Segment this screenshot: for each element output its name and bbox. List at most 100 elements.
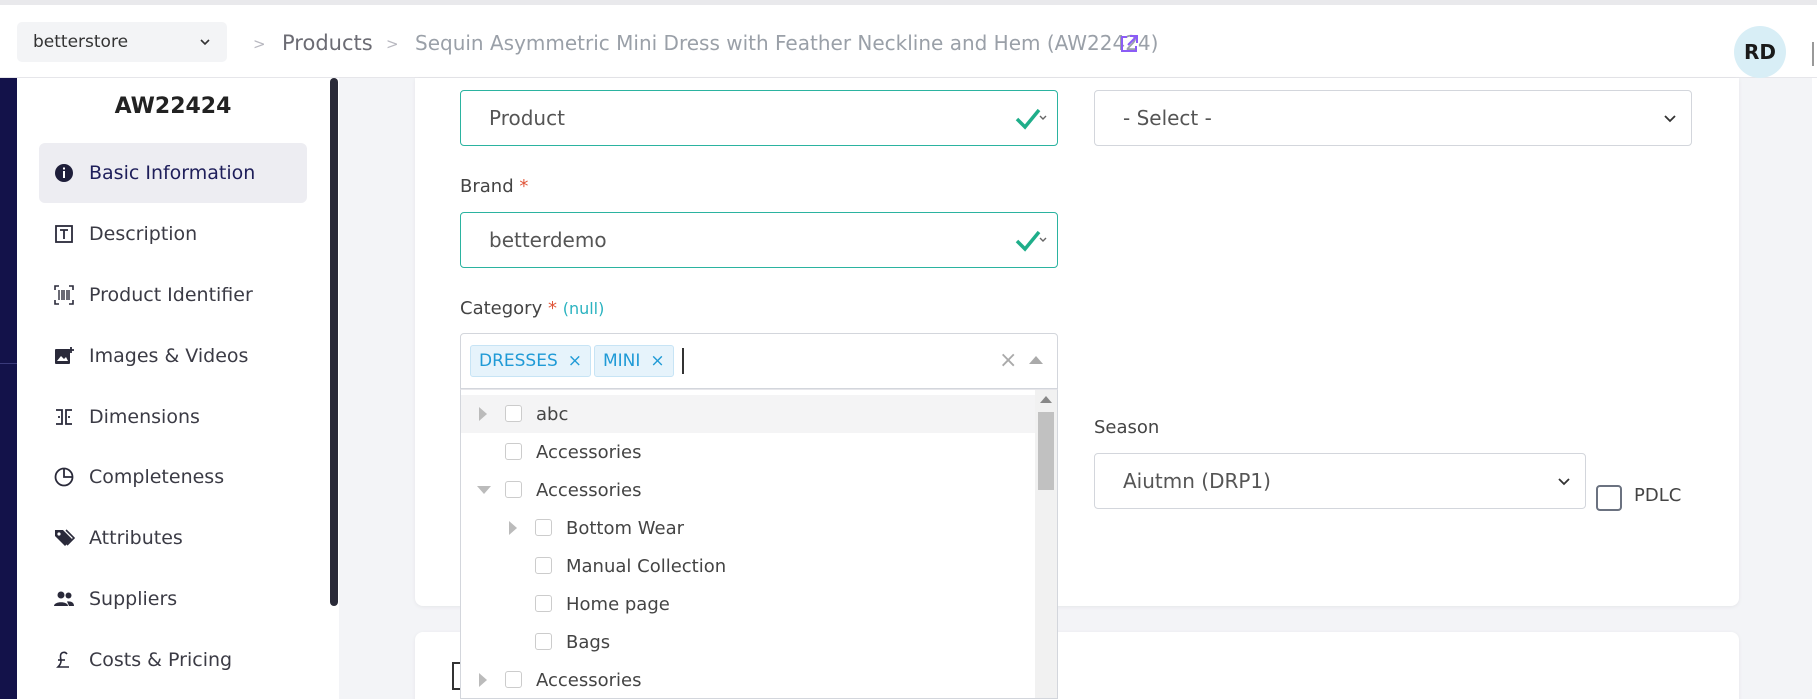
tree-checkbox[interactable]	[505, 671, 522, 688]
category-dropdown: abc Accessories Accessories Bottom Wear …	[460, 389, 1058, 699]
tree-checkbox[interactable]	[535, 595, 552, 612]
expand-arrow-icon[interactable]	[509, 521, 517, 535]
sidebar-item-product-identifier[interactable]: Product Identifier	[39, 265, 307, 325]
chip-remove-icon[interactable]: ×	[568, 351, 582, 371]
store-selector[interactable]: betterstore	[17, 22, 227, 62]
type-select-value: Product	[489, 106, 565, 130]
tree-row-label: Home page	[566, 593, 670, 615]
breadcrumb-products[interactable]: Products	[282, 31, 373, 55]
tree-row[interactable]: Accessories	[461, 433, 1035, 471]
tree-row[interactable]: Manual Collection	[461, 547, 1035, 585]
required-mark: *	[519, 176, 529, 197]
tree-row[interactable]: Bags	[461, 623, 1035, 661]
sidebar-item-label: Description	[89, 223, 198, 245]
tree-row[interactable]: abc	[461, 395, 1035, 433]
sidebar-item-label: Images & Videos	[89, 345, 249, 367]
valid-check-icon	[1015, 108, 1047, 130]
top-bar: betterstore > Products > Sequin Asymmetr…	[0, 0, 1817, 78]
type-select[interactable]: Product	[460, 90, 1058, 146]
chip-label: DRESSES	[479, 351, 558, 371]
sidebar-product-code: AW22424	[114, 94, 232, 119]
sidebar-scrollbar[interactable]	[330, 78, 338, 606]
breadcrumb-current-product: Sequin Asymmetric Mini Dress with Feathe…	[415, 31, 1159, 55]
category-label-text: Category	[460, 298, 543, 319]
valid-check-icon	[1015, 230, 1047, 252]
chevron-down-icon	[200, 39, 210, 46]
sidebar-item-label: Dimensions	[89, 406, 200, 428]
sidebar-item-label: Completeness	[89, 466, 225, 488]
category-null-note: (null)	[562, 299, 605, 318]
sidebar-item-images-videos[interactable]: Images & Videos	[39, 326, 307, 386]
info-icon	[55, 164, 73, 182]
season-select[interactable]: Aiutmn (DRP1)	[1094, 453, 1586, 509]
dimensions-icon	[56, 409, 72, 425]
season-label: Season	[1094, 417, 1160, 438]
nav-divider	[0, 363, 17, 364]
tree-row-label: Accessories	[536, 669, 642, 691]
brand-label-text: Brand	[460, 176, 514, 197]
pdlc-label: PDLC	[1634, 485, 1682, 506]
tree-row[interactable]: Home page	[461, 585, 1035, 623]
brand-select[interactable]: betterdemo	[460, 212, 1058, 268]
section-bracket-icon	[452, 662, 460, 690]
tree-checkbox[interactable]	[535, 519, 552, 536]
text-caret	[682, 348, 684, 374]
secondary-select-value: - Select -	[1123, 106, 1212, 130]
tree-row-label: Manual Collection	[566, 555, 727, 577]
dropdown-scroll-thumb[interactable]	[1038, 412, 1054, 490]
tree-row-label: abc	[536, 403, 569, 425]
sidebar-item-basic-information[interactable]: Basic Information	[39, 143, 307, 203]
sidebar-item-description[interactable]: Description	[39, 204, 307, 264]
category-chip: MINI ×	[594, 345, 674, 377]
scroll-up-arrow-icon[interactable]	[1040, 396, 1052, 403]
sidebar-item-label: Costs & Pricing	[89, 649, 233, 671]
main-nav-strip	[0, 78, 17, 699]
pie-chart-icon	[54, 467, 74, 487]
sidebar-item-dimensions[interactable]: Dimensions	[39, 387, 307, 447]
product-sidebar: AW22424 Basic Information Description Pr…	[17, 78, 339, 699]
page-scrollbar[interactable]	[1812, 42, 1814, 66]
tree-row-label: Accessories	[536, 479, 642, 501]
tree-checkbox[interactable]	[505, 405, 522, 422]
chevron-down-icon	[1558, 478, 1570, 486]
pound-icon	[56, 651, 69, 668]
tree-row[interactable]: Accessories	[461, 471, 1035, 509]
category-multiselect[interactable]: DRESSES × MINI × ×	[460, 333, 1058, 389]
chevron-down-icon	[1664, 115, 1676, 123]
collapse-arrow-icon[interactable]	[1029, 356, 1043, 364]
required-mark: *	[547, 298, 557, 319]
tree-checkbox[interactable]	[505, 481, 522, 498]
tree-row-label: Accessories	[536, 441, 642, 463]
tree-checkbox[interactable]	[505, 443, 522, 460]
sidebar-item-attributes[interactable]: Attributes	[39, 508, 307, 568]
tree-row-label: Bottom Wear	[566, 517, 684, 539]
people-icon	[54, 591, 74, 606]
sidebar-item-suppliers[interactable]: Suppliers	[39, 569, 307, 629]
sidebar-item-label: Product Identifier	[89, 284, 253, 306]
tree-row-label: Bags	[566, 631, 611, 653]
external-link-icon[interactable]	[1118, 33, 1140, 55]
tree-row[interactable]: Bottom Wear	[461, 509, 1035, 547]
image-icon	[55, 347, 74, 364]
sidebar-item-label: Suppliers	[89, 588, 178, 610]
sidebar-item-costs-pricing[interactable]: Costs & Pricing	[39, 630, 307, 690]
sidebar-item-label: Attributes	[89, 527, 183, 549]
pdlc-checkbox[interactable]	[1596, 485, 1622, 511]
brand-label: Brand *	[460, 176, 528, 197]
chip-remove-icon[interactable]: ×	[650, 351, 664, 371]
tree-row[interactable]: Accessories	[461, 661, 1035, 698]
tree-checkbox[interactable]	[535, 633, 552, 650]
clear-all-icon[interactable]: ×	[999, 348, 1017, 373]
breadcrumb-separator-icon: >	[253, 35, 266, 53]
expand-arrow-icon[interactable]	[479, 407, 487, 421]
user-avatar[interactable]: RD	[1734, 26, 1786, 78]
tree-checkbox[interactable]	[535, 557, 552, 574]
breadcrumb-separator-icon: >	[386, 35, 399, 53]
secondary-select[interactable]: - Select -	[1094, 90, 1692, 146]
category-label: Category * (null)	[460, 298, 604, 319]
expand-arrow-icon[interactable]	[479, 673, 487, 687]
collapse-arrow-icon[interactable]	[477, 486, 491, 494]
sidebar-item-completeness[interactable]: Completeness	[39, 447, 307, 507]
tags-icon	[55, 529, 75, 546]
season-select-value: Aiutmn (DRP1)	[1123, 469, 1271, 493]
